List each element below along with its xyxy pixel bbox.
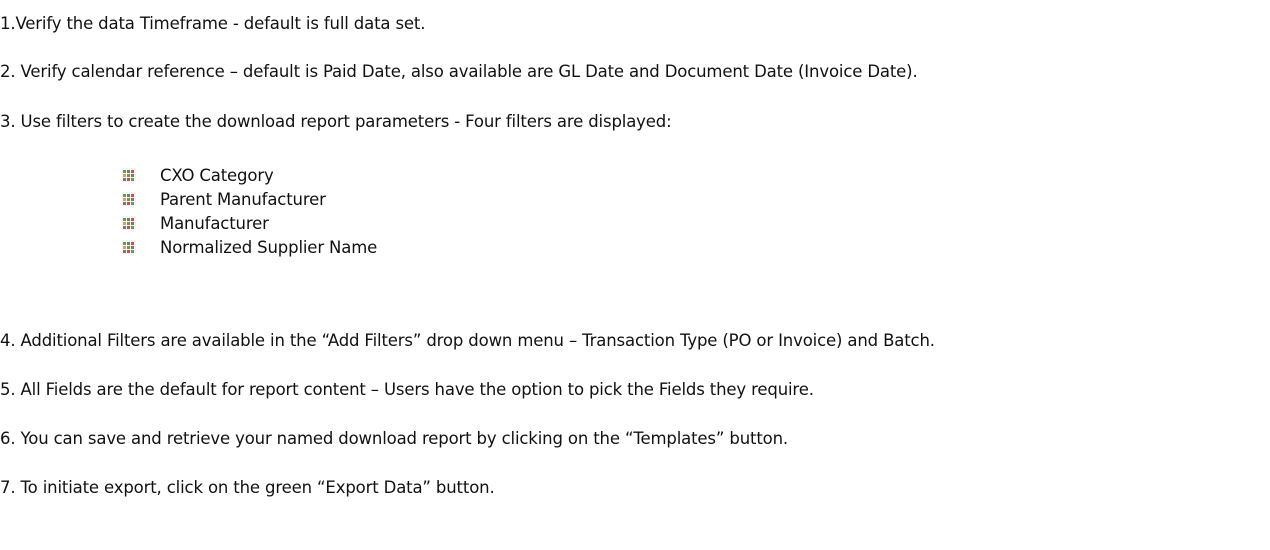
instructions-document: 1.Verify the data Timeframe - default is… bbox=[0, 0, 1270, 550]
filter-grid-icon bbox=[122, 240, 136, 254]
step-3-text: 3. Use filters to create the download re… bbox=[0, 112, 672, 131]
filter-item-parent-manufacturer: Parent Manufacturer bbox=[122, 187, 377, 211]
filter-label: CXO Category bbox=[160, 165, 274, 185]
filter-list: CXO Category Parent Manufacturer Manufac… bbox=[122, 163, 377, 259]
step-2-text: 2. Verify calendar reference – default i… bbox=[0, 62, 918, 81]
filter-label: Manufacturer bbox=[160, 213, 269, 233]
step-6-text: 6. You can save and retrieve your named … bbox=[0, 429, 788, 448]
step-1-text: 1.Verify the data Timeframe - default is… bbox=[0, 14, 426, 33]
filter-grid-icon bbox=[122, 216, 136, 230]
filter-label: Parent Manufacturer bbox=[160, 189, 326, 209]
step-4-text: 4. Additional Filters are available in t… bbox=[0, 331, 935, 350]
filter-grid-icon bbox=[122, 192, 136, 206]
step-5-text: 5. All Fields are the default for report… bbox=[0, 380, 814, 399]
step-7-text: 7. To initiate export, click on the gree… bbox=[0, 478, 495, 497]
filter-item-cxo-category: CXO Category bbox=[122, 163, 377, 187]
filter-grid-icon bbox=[122, 168, 136, 182]
filter-item-manufacturer: Manufacturer bbox=[122, 211, 377, 235]
filter-item-normalized-supplier-name: Normalized Supplier Name bbox=[122, 235, 377, 259]
filter-label: Normalized Supplier Name bbox=[160, 237, 378, 257]
